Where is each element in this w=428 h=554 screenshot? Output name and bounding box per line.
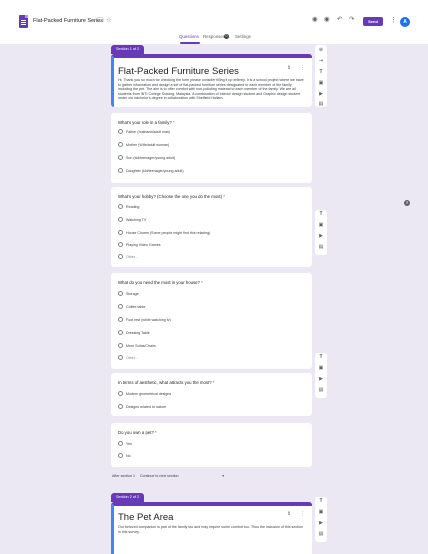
radio-button[interactable] [118,330,123,335]
radio-button[interactable] [118,217,123,222]
add-image-icon[interactable]: ▣ [315,510,327,515]
tab-questions[interactable]: Questions [179,34,199,39]
tab-responses[interactable]: Responses [203,34,225,39]
import-questions-icon[interactable]: ⇥ [315,59,327,64]
add-video-icon[interactable]: ▶ [315,521,327,526]
radio-button[interactable] [118,343,123,348]
add-section-icon[interactable]: ▤ [315,388,327,393]
radio-button[interactable] [118,242,123,247]
palette-icon[interactable]: ◉ [312,16,318,24]
tab-settings[interactable]: Settings [235,34,251,39]
radio-button[interactable] [118,254,123,259]
radio-button[interactable] [118,291,123,296]
question-title[interactable]: What's your role in a family? * [118,120,175,125]
preview-eye-icon[interactable]: ◉ [324,16,330,24]
after-section-dropdown[interactable]: Continue to next section ▾ [140,474,224,478]
add-image-icon[interactable]: ▣ [315,81,327,86]
question-title[interactable]: What's your hobby? (Choose the one you d… [118,194,225,199]
radio-button[interactable] [118,304,123,309]
question-title[interactable]: What do you need the most in your house?… [118,280,203,285]
question-card-pet[interactable]: Do you own a pet? * Yes No [111,423,312,467]
section-2-tag: Section 2 of 2 [111,493,145,502]
help-icon[interactable]: ? [404,200,410,206]
add-image-icon[interactable]: ▣ [315,366,327,371]
question-card-house-need[interactable]: What do you need the most in your house?… [111,273,312,369]
form-description[interactable]: Hi, Thank you so much for checking the f… [118,78,306,101]
form-title[interactable]: Flat-Packed Furniture Series [118,66,239,77]
question-toolbar: T ▣ ▶ ▤ [315,353,327,398]
section-2-title-card[interactable]: The Pet Area Our beloved companion is pa… [111,502,312,554]
star-icon[interactable]: ☆ [106,17,112,25]
section-1-title-card[interactable]: Flat-Packed Furniture Series Hi, Thank y… [111,54,312,107]
radio-button[interactable] [118,441,123,446]
question-card-aesthetic[interactable]: In terms of aesthetic, what attracts you… [111,373,312,416]
folder-icon[interactable]: 🗀 [97,17,104,25]
question-title[interactable]: Do you own a pet? * [118,430,157,435]
radio-button[interactable] [118,404,123,409]
radio-button[interactable] [118,230,123,235]
document-title[interactable]: Flat-Packed Furniture Series [33,18,103,24]
radio-button[interactable] [118,168,123,173]
radio-button[interactable] [118,204,123,209]
add-section-icon[interactable]: ▤ [315,245,327,250]
radio-button[interactable] [118,391,123,396]
add-title-icon[interactable]: T [315,212,327,217]
add-video-icon[interactable]: ▶ [315,377,327,382]
add-video-icon[interactable]: ▶ [315,92,327,97]
redo-icon[interactable]: ↷ [349,16,354,24]
add-question-icon[interactable]: ⊕ [315,48,327,53]
section-more-icon[interactable]: ⋮ [300,512,305,517]
expand-collapse-icon[interactable]: ⇕ [287,66,291,71]
question-toolbar: T ▣ ▶ ▤ [315,210,327,255]
send-button[interactable]: Send [363,17,383,26]
section-title[interactable]: The Pet Area [118,512,173,523]
section-1-tag: Section 1 of 2 [111,45,145,54]
radio-button[interactable] [118,155,123,160]
floating-toolbar: ⊕ ⇥ T ▣ ▶ ▤ [315,45,327,107]
add-video-icon[interactable]: ▶ [315,234,327,239]
add-title-icon[interactable]: T [315,355,327,360]
more-options-icon[interactable]: ⋮ [390,17,397,24]
radio-button[interactable] [118,129,123,134]
top-bar: Flat-Packed Furniture Series 🗀 ☆ ◉ ◉ ↶ ↷… [0,0,428,44]
section-description[interactable]: Our beloved companion is part of the fam… [118,525,306,534]
avatar[interactable]: A [400,17,410,27]
section-more-icon[interactable]: ⋮ [300,66,305,71]
add-title-icon[interactable]: T [315,499,327,504]
forms-logo-icon[interactable] [19,15,28,28]
expand-collapse-icon[interactable]: ⇕ [287,512,291,517]
question-title[interactable]: In terms of aesthetic, what attracts you… [118,380,215,385]
add-title-icon[interactable]: T [315,70,327,75]
radio-button[interactable] [118,453,123,458]
question-toolbar: T ▣ ▶ ▤ [315,497,327,542]
add-section-icon[interactable]: ▤ [315,532,327,537]
radio-button[interactable] [118,142,123,147]
responses-count-badge: 0 [224,34,229,39]
undo-icon[interactable]: ↶ [337,16,342,24]
question-card-role[interactable]: What's your role in a family? * Father (… [111,113,312,183]
add-image-icon[interactable]: ▣ [315,223,327,228]
question-card-hobby[interactable]: What's your hobby? (Choose the one you d… [111,187,312,267]
after-section-label: After section 1 [112,474,135,478]
active-tab-indicator [180,42,200,44]
add-section-icon[interactable]: ▤ [315,102,327,107]
radio-button[interactable] [118,317,123,322]
radio-button[interactable] [118,355,123,360]
dropdown-arrow-icon: ▾ [222,474,224,478]
